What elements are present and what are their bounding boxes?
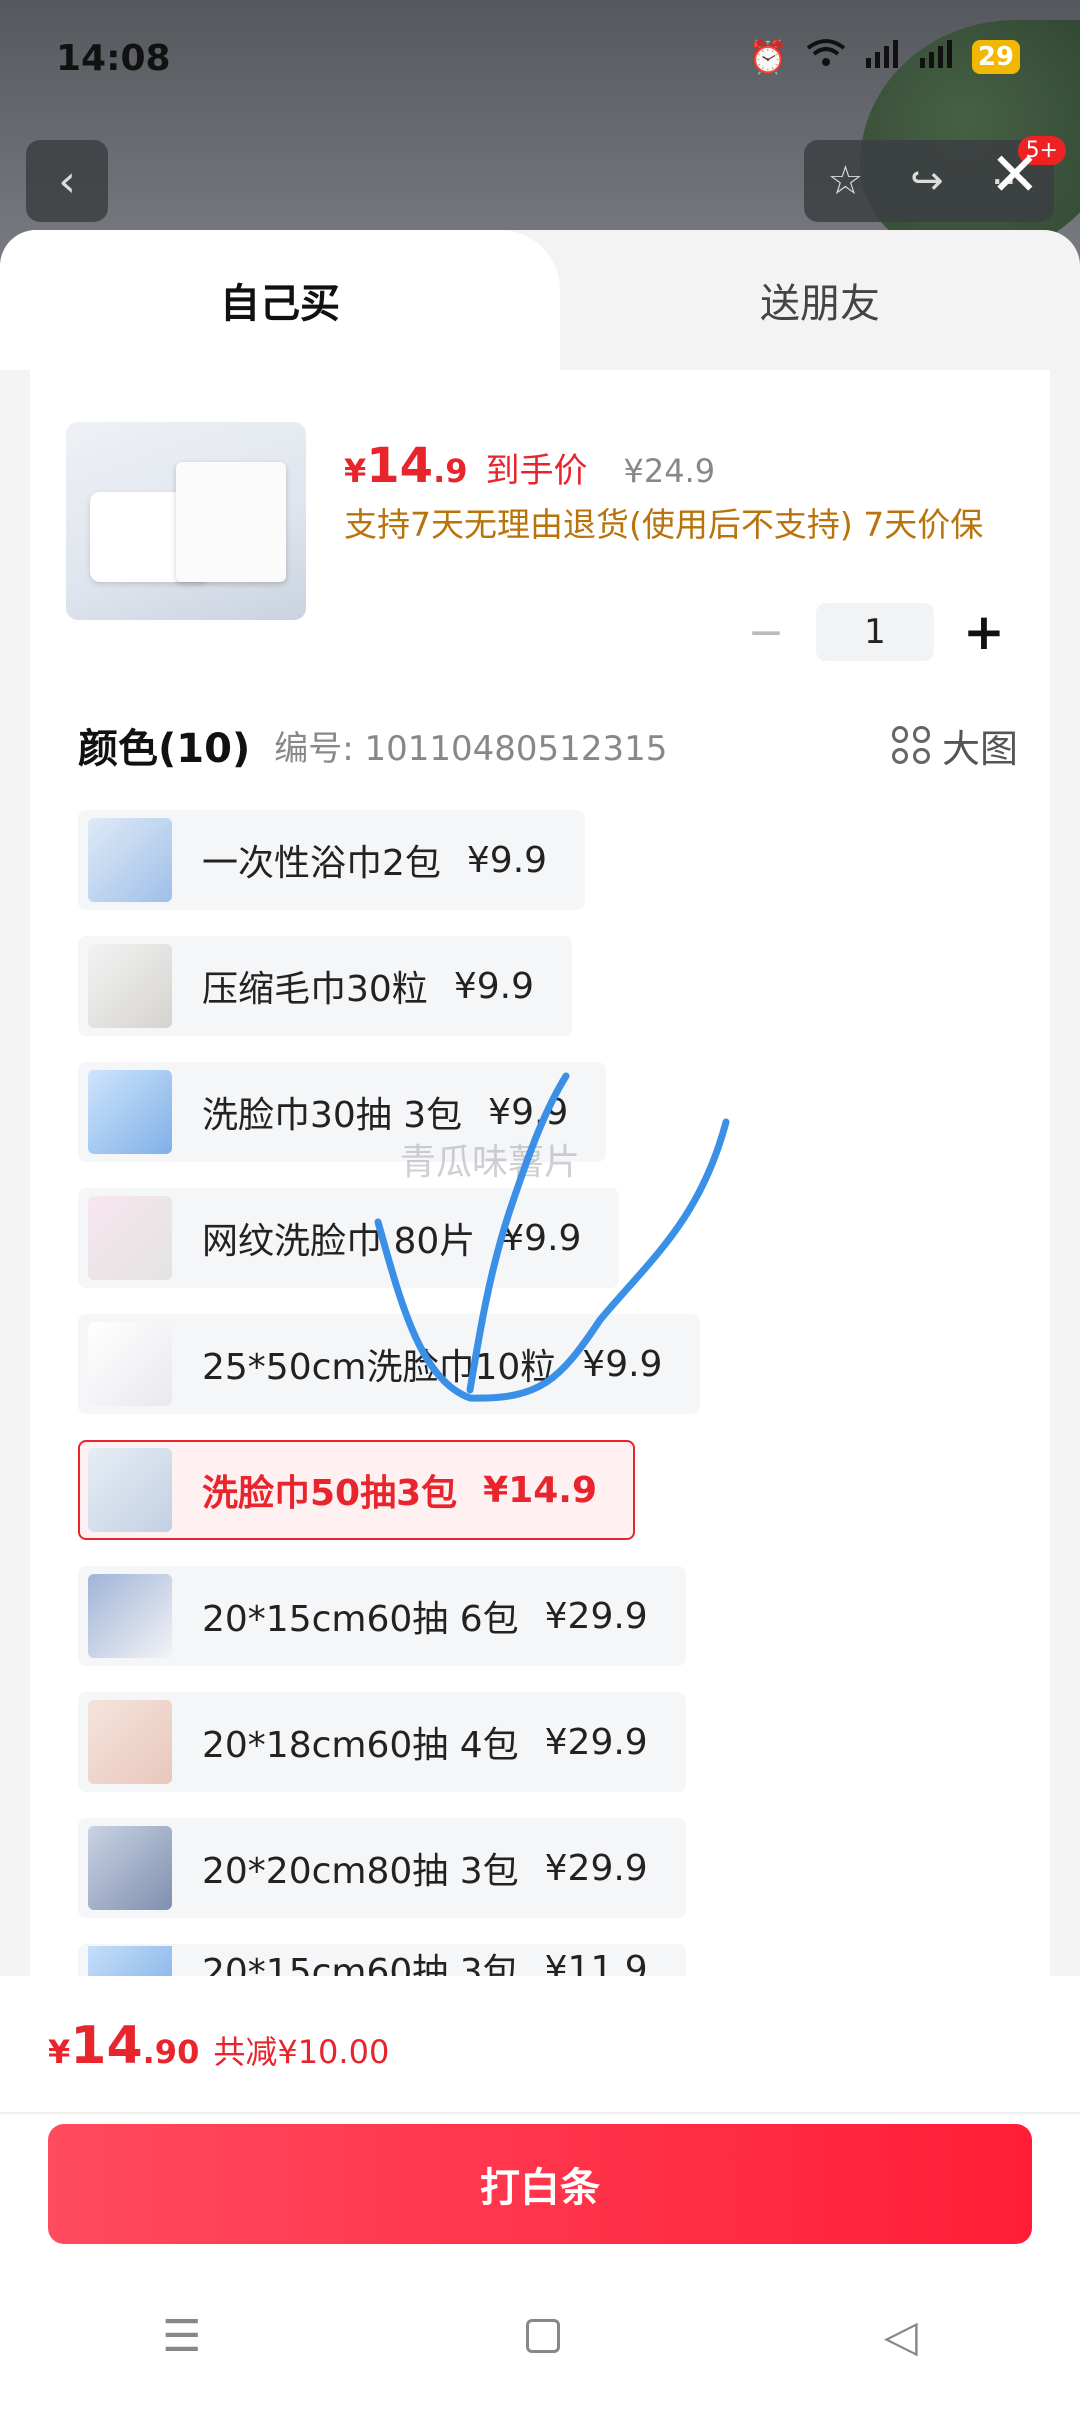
system-nav-bar: ☰ ◁ [0,2276,1080,2396]
variant-name: 20*15cm60抽 6包 [202,1599,519,1640]
divider [0,2112,1080,2114]
variant-option[interactable]: 20*18cm60抽 4包 ¥29.9 [78,1692,686,1792]
variant-price: ¥29.9 [544,1595,648,1637]
variant-thumbnail [88,1574,172,1658]
checkout-footer: ¥14.90 共减¥10.00 打白条 ☰ ◁ [0,1976,1080,2412]
total-integer: 14 [70,2016,143,2076]
discount-amount: 共减¥10.00 [213,2033,390,2071]
variant-thumbnail [88,1826,172,1910]
variant-thumbnail [88,1700,172,1784]
variant-option[interactable]: 20*15cm60抽 6包 ¥29.9 [78,1566,686,1666]
total-decimal: .90 [142,2033,200,2071]
variant-option[interactable]: 20*20cm80抽 3包 ¥29.9 [78,1818,686,1918]
variant-price: ¥29.9 [544,1847,648,1889]
total-currency: ¥ [48,2033,71,2071]
back-triangle-icon[interactable]: ◁ [884,2311,918,2362]
variant-price: ¥29.9 [544,1721,648,1763]
total-price: ¥14.90 共减¥10.00 [48,2016,389,2076]
buy-button[interactable]: 打白条 [48,2124,1032,2244]
variant-name: 20*18cm60抽 4包 [202,1725,519,1766]
variant-name: 20*20cm80抽 3包 [202,1851,519,1892]
home-icon[interactable] [525,2319,560,2353]
hand-drawn-checkmark [374,1072,730,1402]
menu-icon[interactable]: ☰ [162,2311,201,2362]
